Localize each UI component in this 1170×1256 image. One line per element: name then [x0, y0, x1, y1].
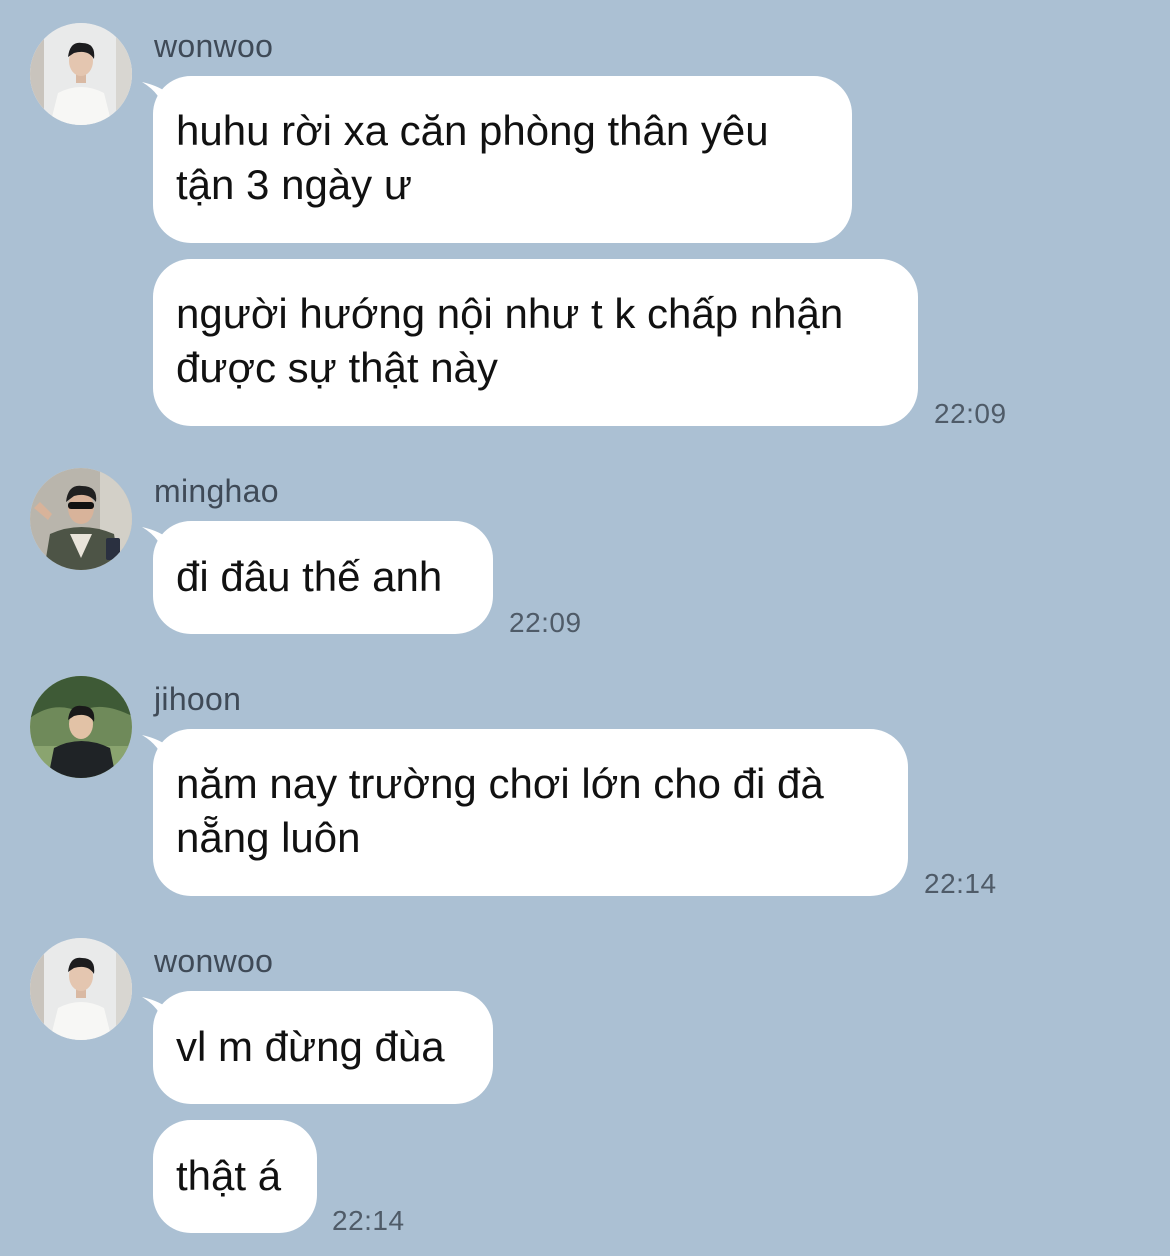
message-text-line: tận 3 ngày ư [176, 161, 412, 208]
sender-name: minghao [154, 473, 279, 509]
sender-name: wonwoo [154, 943, 274, 979]
person-photo-icon [30, 468, 132, 570]
message-text-line: nẵng luôn [176, 814, 361, 861]
avatar-minghao[interactable] [30, 468, 132, 570]
message-text-line: được sự thật này [176, 344, 498, 391]
sender-name: jihoon [154, 681, 242, 717]
message-text-line: năm nay trường chơi lớn cho đi đà [176, 760, 824, 807]
message-bubble[interactable]: năm nay trường chơi lớn cho đi đà nẵng l… [153, 729, 908, 896]
person-photo-icon [30, 676, 132, 778]
avatar-wonwoo[interactable] [30, 938, 132, 1040]
message-bubble[interactable]: người hướng nội như t k chấp nhận được s… [153, 259, 918, 426]
message-timestamp: 22:09 [509, 607, 582, 638]
message-bubble[interactable]: huhu rời xa căn phòng thân yêu tận 3 ngà… [153, 76, 852, 243]
message-text-line: đi đâu thế anh [176, 553, 443, 600]
message-text-line: người hướng nội như t k chấp nhận [176, 290, 844, 337]
chat-thread[interactable]: wonwoo huhu rời xa căn phòng thân yêu tậ… [0, 0, 1170, 1256]
message-bubble[interactable]: thật á [153, 1120, 317, 1233]
person-photo-icon [30, 938, 132, 1040]
message-text-line: huhu rời xa căn phòng thân yêu [176, 107, 769, 154]
message-timestamp: 22:14 [924, 868, 997, 899]
avatar-wonwoo[interactable] [30, 23, 132, 125]
message-text-line: vl m đừng đùa [176, 1023, 445, 1070]
message-bubble[interactable]: đi đâu thế anh [153, 521, 493, 634]
message-bubble[interactable]: vl m đừng đùa [153, 991, 493, 1104]
avatar-jihoon[interactable] [30, 676, 132, 778]
message-text-line: thật á [176, 1152, 282, 1199]
sender-name: wonwoo [154, 28, 274, 64]
message-timestamp: 22:14 [332, 1205, 405, 1236]
person-photo-icon [30, 23, 132, 125]
message-timestamp: 22:09 [934, 398, 1007, 429]
